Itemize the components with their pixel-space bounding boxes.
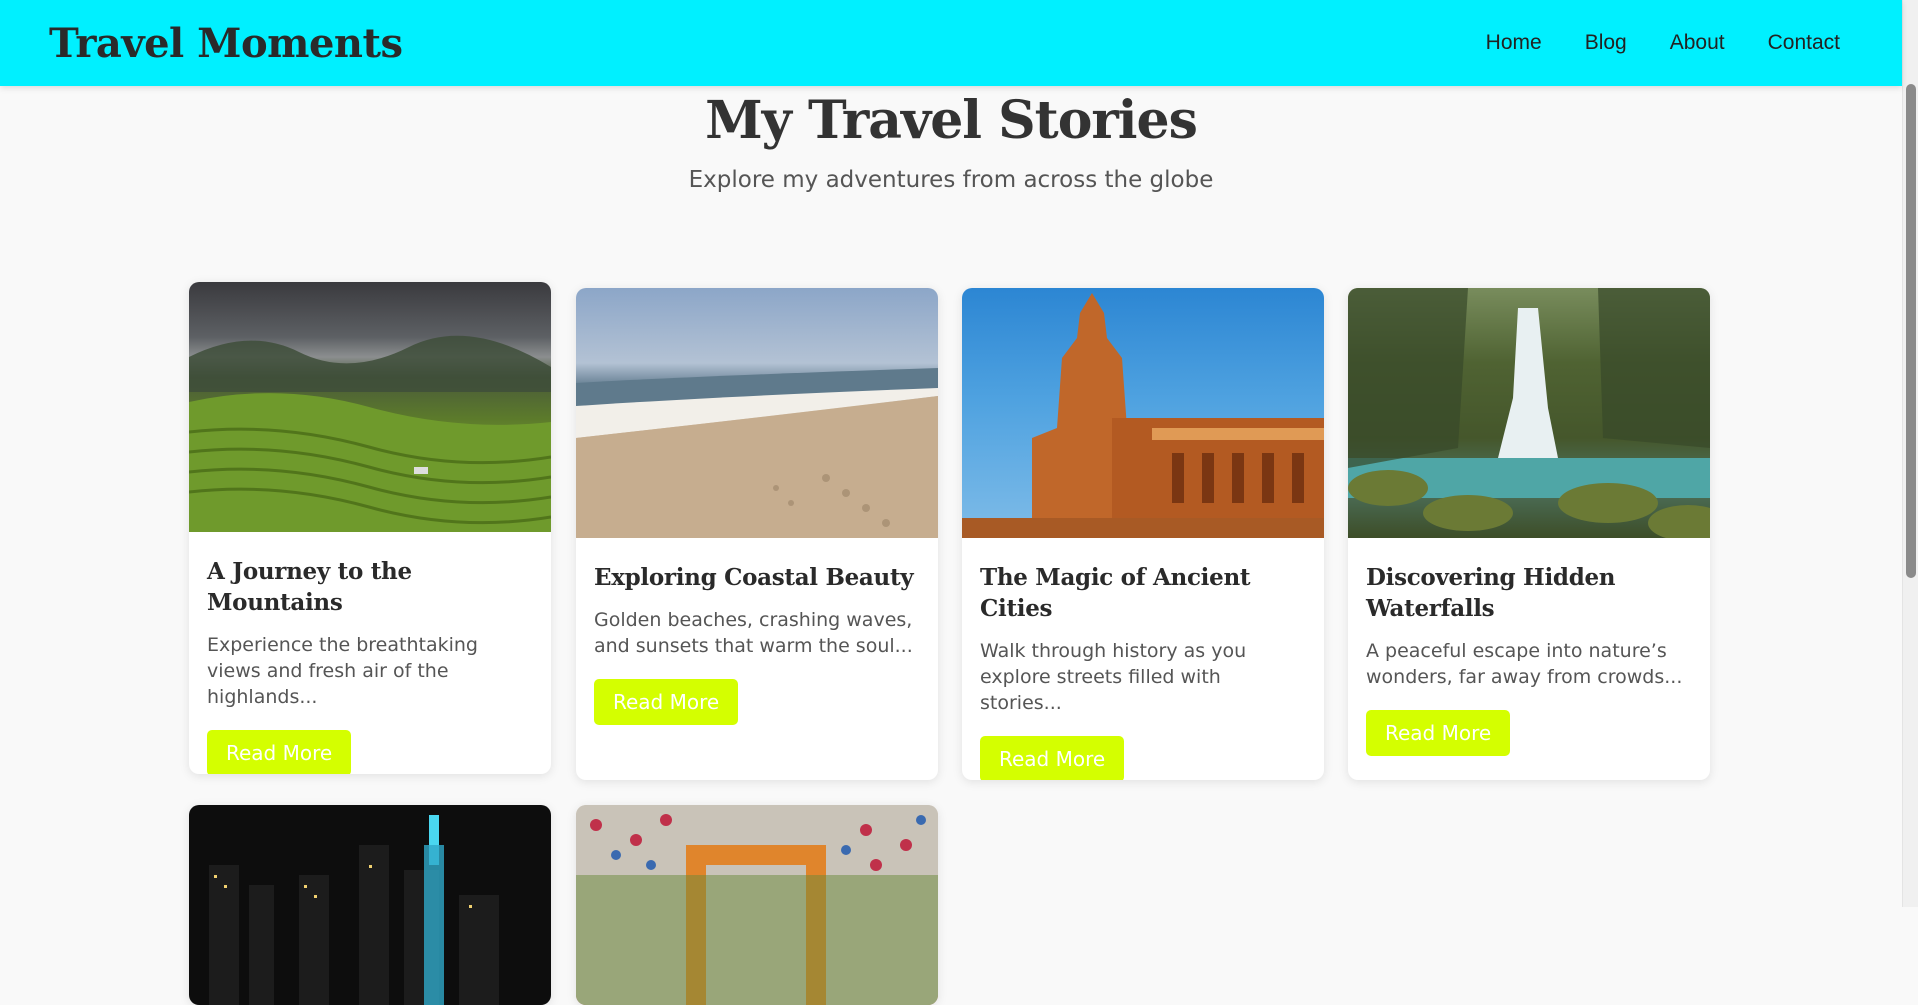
story-card: Exploring Coastal Beauty Golden beaches,… [576,288,938,780]
read-more-button[interactable]: Read More [207,730,352,774]
story-card [189,805,551,1005]
beach-shore-photo[interactable] [576,288,938,538]
hero-section: My Travel Stories Explore my adventures … [0,86,1902,193]
card-excerpt: Golden beaches, crashing waves, and suns… [594,609,913,657]
site-header: Travel Moments Home Blog About Contact [0,0,1902,86]
read-more-button[interactable]: Read More [980,736,1125,780]
story-card [576,805,938,1005]
card-title: The Magic of Ancient Cities [980,564,1251,622]
waterfall-photo[interactable] [1348,288,1710,538]
card-title: Exploring Coastal Beauty [594,564,914,591]
nav-blog-link[interactable]: Blog [1585,31,1627,55]
read-more-button[interactable]: Read More [594,679,739,725]
vertical-scrollbar[interactable] [1902,0,1918,907]
site-title[interactable]: Travel Moments [49,20,403,67]
ancient-temple-photo[interactable] [962,288,1324,538]
card-excerpt: Walk through history as you explore stre… [980,640,1247,714]
card-excerpt: Experience the breathtaking views and fr… [207,634,478,708]
city-night-skyline-photo[interactable] [189,805,551,1005]
page-title: My Travel Stories [705,90,1198,151]
story-card: A Journey to the Mountains Experience th… [189,282,551,774]
page-subtitle: Explore my adventures from across the gl… [688,167,1214,193]
nav-home-link[interactable]: Home [1486,31,1542,55]
mountains-terraces-photo[interactable] [189,282,551,532]
nav-contact-link[interactable]: Contact [1768,31,1840,55]
card-title: Discovering Hidden Waterfalls [1366,564,1616,622]
nav-about-link[interactable]: About [1670,31,1725,55]
card-title: A Journey to the Mountains [207,558,412,616]
festival-decorations-photo[interactable] [576,805,938,1005]
story-card: Discovering Hidden Waterfalls A peaceful… [1348,288,1710,780]
main-nav: Home Blog About Contact [1486,31,1840,55]
card-excerpt: A peaceful escape into nature’s wonders,… [1366,640,1683,688]
story-card: The Magic of Ancient Cities Walk through… [962,288,1324,780]
scrollbar-thumb[interactable] [1906,84,1916,578]
read-more-button[interactable]: Read More [1366,710,1511,756]
